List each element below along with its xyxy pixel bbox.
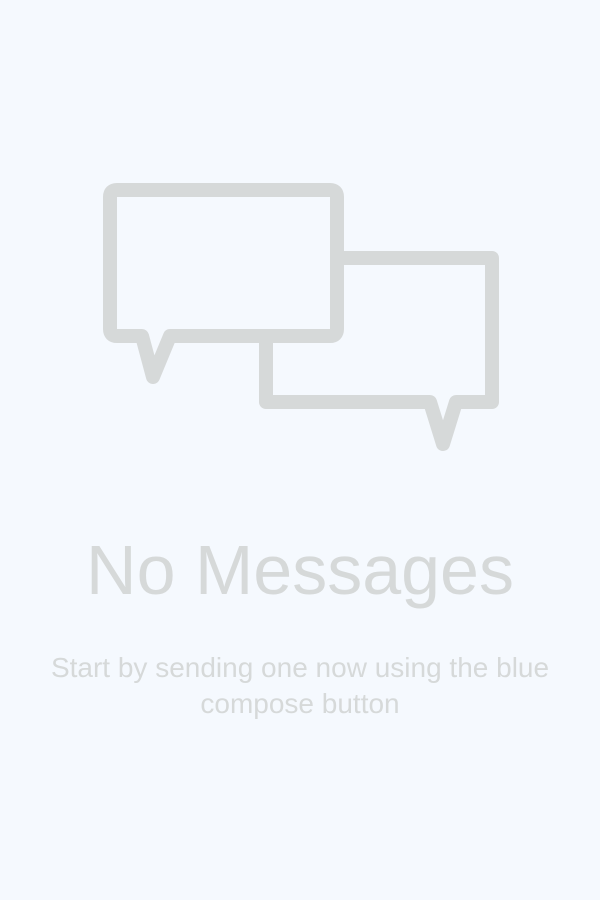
- empty-state-subtitle: Start by sending one now using the blue …: [50, 652, 550, 719]
- empty-state-title: No Messages: [86, 531, 514, 609]
- messages-empty-screen: No Messages Start by sending one now usi…: [0, 0, 600, 900]
- left-speech-bubble: [103, 183, 344, 384]
- chat-bubbles-icon: [103, 183, 499, 451]
- right-speech-bubble: [259, 251, 499, 451]
